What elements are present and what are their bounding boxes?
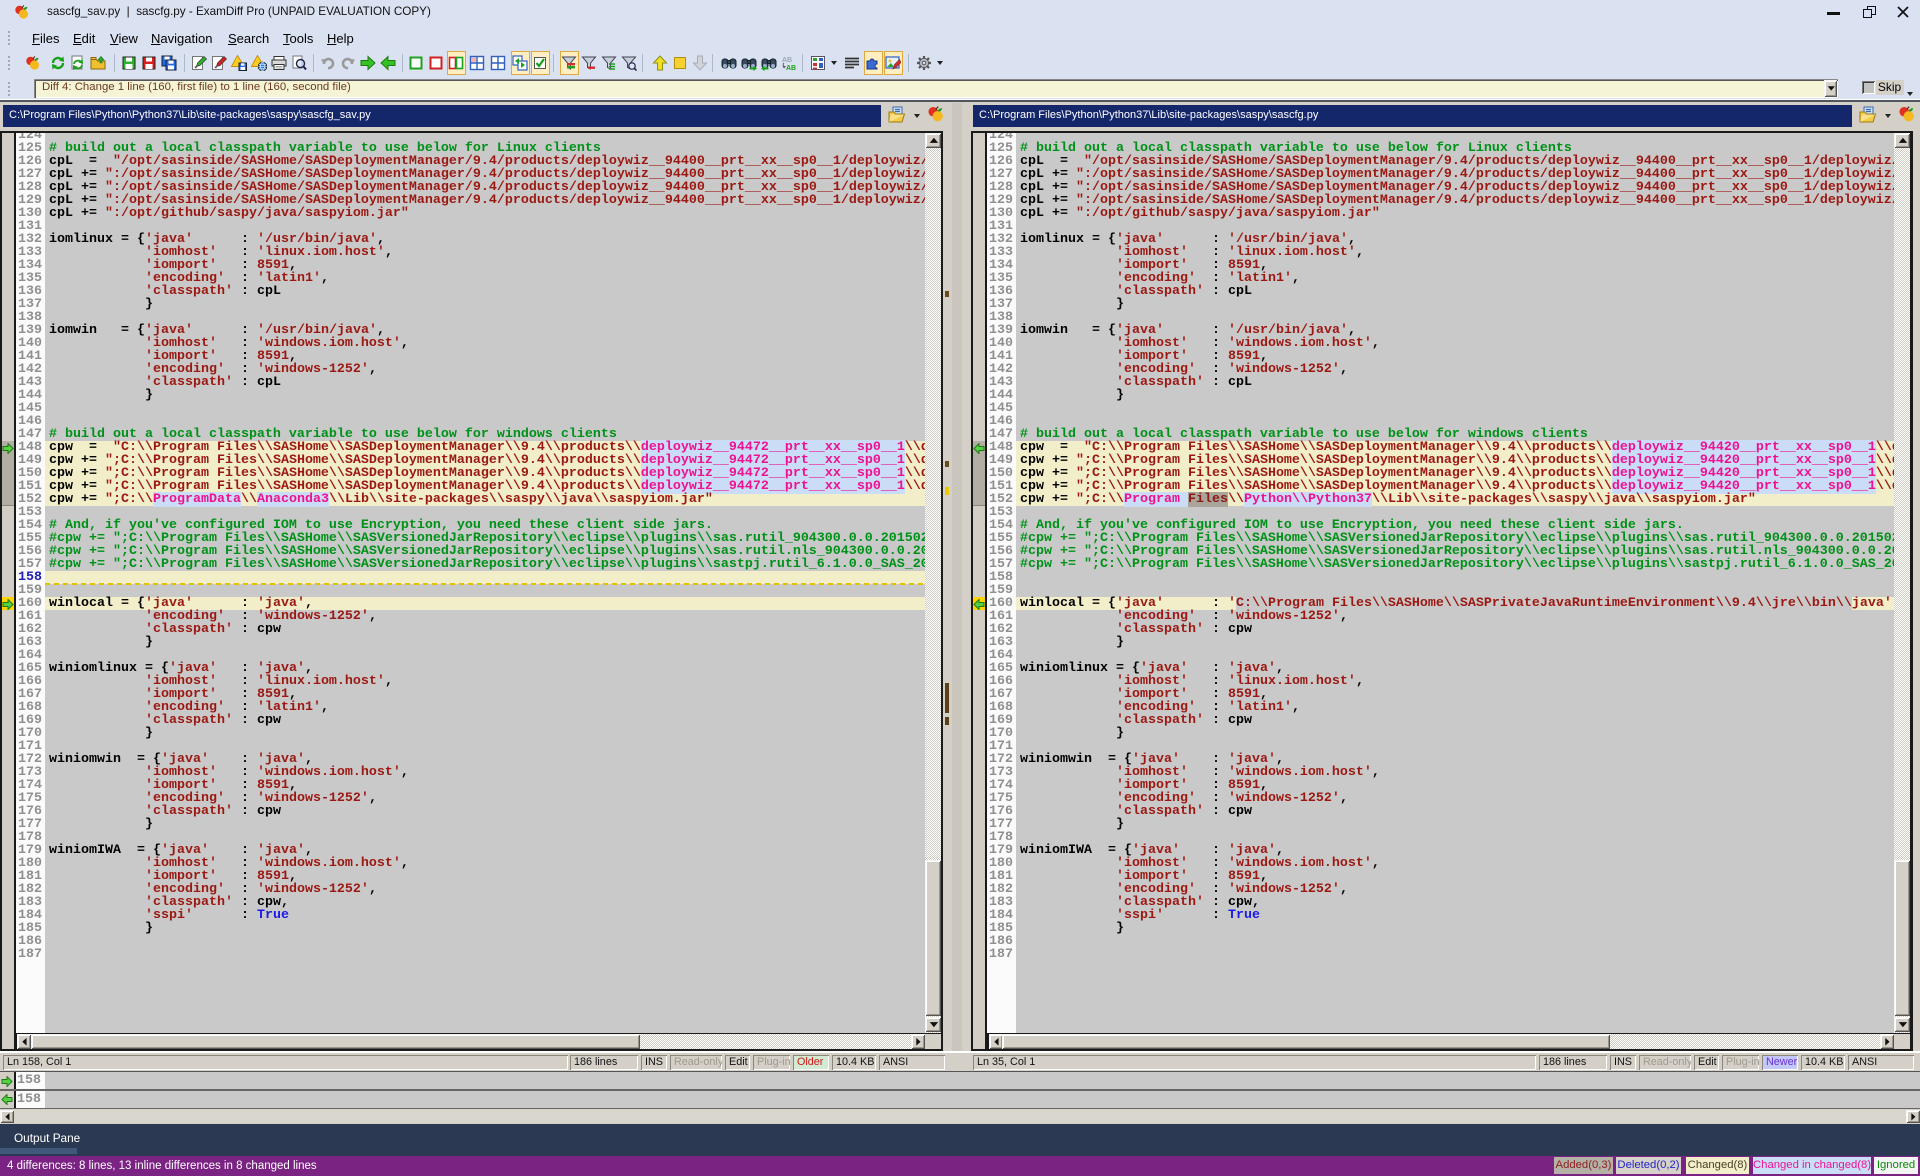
svg-text:AB: AB [786,65,796,71]
